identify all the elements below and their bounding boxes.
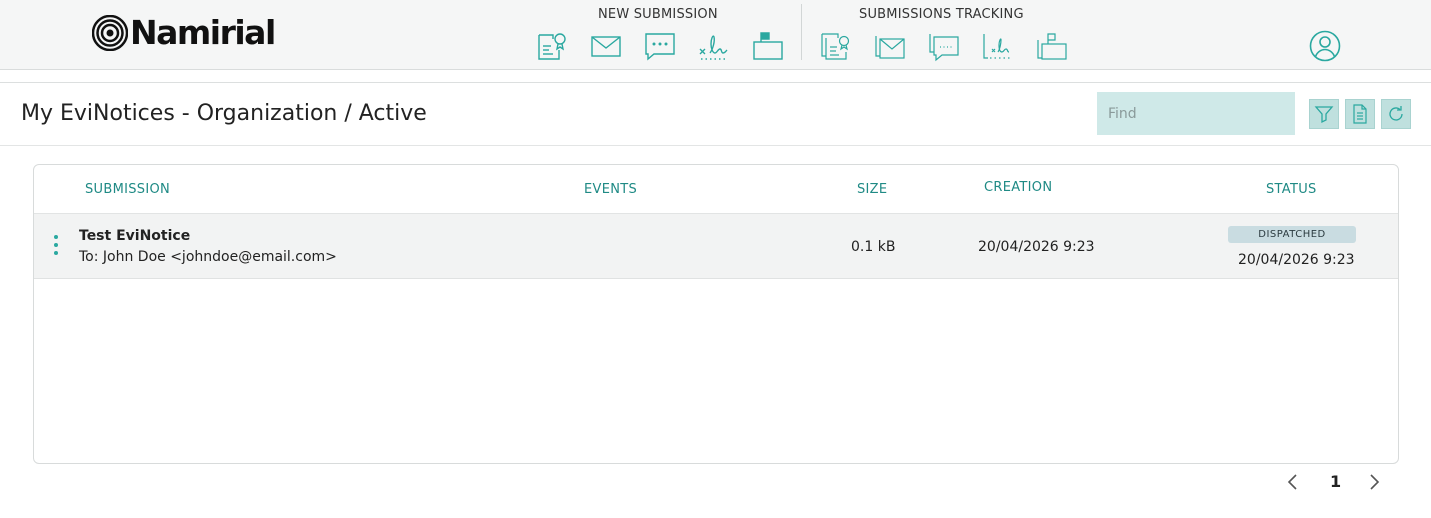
filter-icon bbox=[1314, 106, 1334, 124]
separator-line bbox=[0, 145, 1431, 146]
documents-tracking-icon[interactable] bbox=[820, 30, 852, 62]
filter-button[interactable] bbox=[1309, 99, 1339, 129]
signature-icon[interactable] bbox=[698, 30, 730, 62]
mailbox-icon[interactable] bbox=[752, 30, 784, 62]
submissions-tracking-label: SUBMISSIONS TRACKING bbox=[859, 7, 1024, 22]
table-row[interactable]: Test EviNotice To: John Doe <johndoe@ema… bbox=[34, 214, 1398, 279]
submissions-table: SUBMISSION EVENTS SIZE CREATION STATUS T… bbox=[33, 164, 1399, 464]
column-header-events[interactable]: EVENTS bbox=[584, 182, 637, 197]
current-page-number[interactable]: 1 bbox=[1330, 472, 1341, 491]
column-header-submission[interactable]: SUBMISSION bbox=[85, 182, 170, 197]
mail-icon[interactable] bbox=[590, 30, 622, 62]
nav-divider bbox=[801, 4, 802, 60]
namirial-logo[interactable]: Namirial bbox=[92, 13, 276, 52]
submission-recipient: To: John Doe <johndoe@email.com> bbox=[79, 249, 337, 265]
submission-subject: Test EviNotice bbox=[79, 228, 191, 244]
export-document-icon bbox=[1353, 104, 1367, 124]
column-header-status[interactable]: STATUS bbox=[1266, 182, 1317, 197]
separator-line bbox=[0, 82, 1431, 83]
status-date: 20/04/2026 9:23 bbox=[1238, 252, 1355, 268]
search-input[interactable] bbox=[1097, 92, 1295, 135]
mailbox-tracking-icon[interactable] bbox=[1036, 30, 1068, 62]
mail-tracking-icon[interactable] bbox=[874, 30, 906, 62]
row-actions-menu-icon[interactable] bbox=[51, 235, 61, 259]
submission-creation-date: 20/04/2026 9:23 bbox=[978, 239, 1095, 255]
chevron-right-icon[interactable] bbox=[1366, 473, 1382, 491]
refresh-button[interactable] bbox=[1381, 99, 1411, 129]
refresh-icon bbox=[1389, 106, 1403, 121]
signature-tracking-icon[interactable] bbox=[982, 30, 1014, 62]
export-document-button[interactable] bbox=[1345, 99, 1375, 129]
chevron-left-icon[interactable] bbox=[1285, 473, 1301, 491]
column-header-creation[interactable]: CREATION bbox=[984, 180, 1052, 195]
column-header-size[interactable]: SIZE bbox=[857, 182, 887, 197]
certified-document-icon[interactable] bbox=[536, 30, 568, 62]
user-icon[interactable] bbox=[1309, 30, 1341, 62]
brand-name: Namirial bbox=[130, 13, 276, 52]
page-title: My EviNotices - Organization / Active bbox=[21, 101, 427, 126]
top-navigation-bar: Namirial NEW SUBMISSION SUBMISSIONS TRAC… bbox=[0, 0, 1431, 70]
new-submission-label: NEW SUBMISSION bbox=[598, 7, 718, 22]
status-badge: DISPATCHED bbox=[1228, 226, 1356, 243]
sms-tracking-icon[interactable] bbox=[928, 30, 960, 62]
namirial-logo-mark-icon bbox=[92, 15, 128, 51]
submission-size: 0.1 kB bbox=[851, 239, 896, 255]
sms-icon[interactable] bbox=[644, 30, 676, 62]
